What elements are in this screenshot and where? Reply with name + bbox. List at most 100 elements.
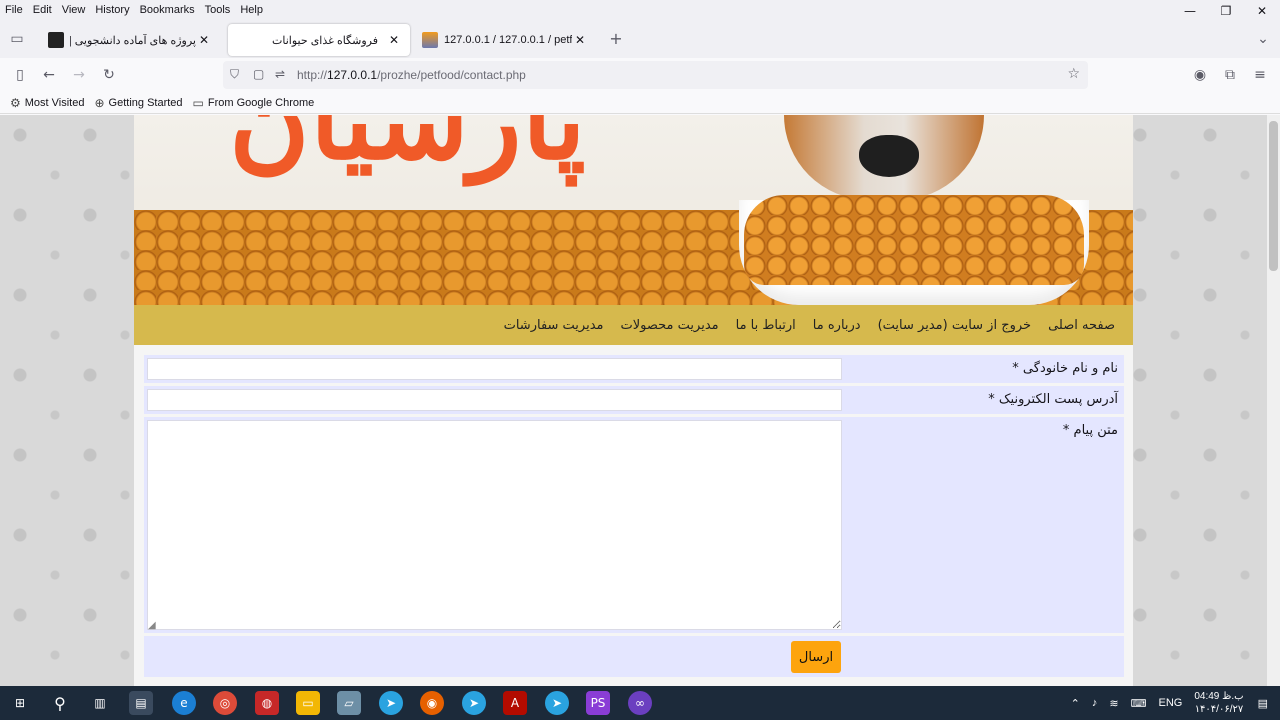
minimize-button[interactable]: —: [1172, 0, 1208, 22]
message-textarea[interactable]: [147, 420, 842, 630]
url-prefix: http://: [297, 68, 328, 82]
volume-icon[interactable]: ♪: [1092, 697, 1098, 709]
email-label: آدرس پست الکترونیک *: [988, 392, 1118, 407]
tab-title: فروشگاه غذای حیوانات: [272, 34, 378, 47]
close-window-button[interactable]: ✕: [1244, 0, 1280, 22]
menu-bookmarks[interactable]: Bookmarks: [135, 4, 200, 16]
menu-bar: File Edit View History Bookmarks Tools H…: [0, 0, 1280, 20]
chevron-down-icon[interactable]: ⌄: [1252, 28, 1274, 50]
chevron-up-icon[interactable]: ⌃: [1071, 697, 1080, 710]
bookmark-label: Most Visited: [24, 96, 85, 109]
close-tab-icon[interactable]: ✕: [572, 33, 588, 47]
message-label: متن پیام *: [1062, 423, 1118, 438]
submit-button[interactable]: ارسال: [791, 641, 841, 673]
menu-file[interactable]: File: [0, 4, 28, 16]
email-input[interactable]: [147, 389, 842, 411]
tab-prozhe[interactable]: پروژه های آماده دانشجویی | دانل ✕: [40, 24, 220, 56]
notepad-icon[interactable]: ▱: [337, 691, 361, 715]
telegram-icon[interactable]: ➤: [379, 691, 403, 715]
nav-logout-admin[interactable]: خروج از سایت (مدیر سایت): [878, 318, 1032, 333]
forward-arrow-icon[interactable]: →: [68, 64, 90, 86]
windows-start-icon[interactable]: ⊞: [8, 691, 32, 715]
acrobat-icon[interactable]: A: [503, 691, 527, 715]
menu-help[interactable]: Help: [235, 4, 268, 16]
file-explorer-icon[interactable]: ▭: [296, 691, 320, 715]
nav-contact[interactable]: ارتباط با ما: [736, 318, 796, 333]
permissions-icon[interactable]: ⇌: [275, 67, 285, 81]
sidebar-icon[interactable]: ▯: [9, 64, 31, 86]
site-brand-logo: پارسیان: [229, 115, 586, 184]
windows-taskbar: ⊞ ⚲ ▥ ▤ e ◎ ◍ ▭ ▱ ➤ ◉ ➤ A ➤ PS ∞ ⌃ ♪ ≋ ⌨…: [0, 686, 1280, 720]
chrome-icon[interactable]: ◎: [213, 691, 237, 715]
wifi-icon[interactable]: ≋: [1109, 697, 1118, 710]
navigation-toolbar: ▯ ← → ↻ ⛉ ▢ ⇌ http://127.0.0.1/prozhe/pe…: [0, 58, 1280, 92]
url-text[interactable]: http://127.0.0.1/prozhe/petfood/contact.…: [297, 68, 526, 82]
fullname-input[interactable]: [147, 358, 842, 380]
scrollbar-thumb[interactable]: [1269, 121, 1278, 271]
language-indicator[interactable]: ENG: [1158, 697, 1182, 709]
tab-list-icon[interactable]: ▭: [6, 28, 28, 50]
bookmark-label: Getting Started: [108, 96, 183, 109]
gear-icon: ⚙: [10, 95, 21, 110]
tab-strip: ▭ پروژه های آماده دانشجویی | دانل ✕ فروش…: [0, 20, 1280, 58]
extensions-icon[interactable]: ⧉: [1219, 64, 1241, 86]
contact-form: نام و نام خانودگی * آدرس پست الکترونیک *…: [144, 355, 1124, 680]
url-path: /prozhe/petfood/contact.php: [377, 68, 526, 82]
tab-phpmyadmin[interactable]: 127.0.0.1 / 127.0.0.1 / petfood / ✕: [414, 24, 596, 56]
new-tab-button[interactable]: +: [605, 28, 627, 50]
tab-petfood-store[interactable]: فروشگاه غذای حیوانات ✕: [228, 24, 410, 56]
task-view-icon[interactable]: ▥: [88, 691, 112, 715]
site-container: پارسیان صفحه اصلی خروج از سایت (مدیر سای…: [134, 115, 1133, 686]
bookmark-most-visited[interactable]: ⚙ Most Visited: [10, 96, 84, 110]
phpstorm-icon[interactable]: PS: [586, 691, 610, 715]
menu-edit[interactable]: Edit: [28, 4, 57, 16]
form-row-submit: ارسال: [144, 636, 1124, 677]
menu-view[interactable]: View: [57, 4, 91, 16]
notifications-icon[interactable]: ▤: [1258, 697, 1268, 710]
clock[interactable]: 04:49 ب.ظ ۱۴۰۴/۰۶/۲۷: [1194, 690, 1243, 716]
close-tab-icon[interactable]: ✕: [386, 33, 402, 47]
menu-history[interactable]: History: [90, 4, 134, 16]
fullname-label: نام و نام خانودگی *: [1012, 361, 1118, 376]
site-nav: صفحه اصلی خروج از سایت (مدیر سایت) دربار…: [134, 305, 1133, 345]
app-icon[interactable]: ◍: [255, 691, 279, 715]
form-row-email: آدرس پست الکترونیک *: [144, 386, 1124, 414]
form-row-name: نام و نام خانودگی *: [144, 355, 1124, 383]
telegram-icon[interactable]: ➤: [545, 691, 569, 715]
reload-icon[interactable]: ↻: [98, 64, 120, 86]
page-scrollbar[interactable]: [1267, 115, 1280, 686]
store-icon[interactable]: ▤: [129, 691, 153, 715]
phpmyadmin-icon: [422, 32, 438, 48]
nav-about[interactable]: درباره ما: [813, 318, 861, 333]
tab-title: 127.0.0.1 / 127.0.0.1 / petfood /: [444, 34, 572, 46]
nav-manage-products[interactable]: مدیریت محصولات: [621, 318, 719, 333]
system-tray: ⌃ ♪ ≋ ⌨ ENG 04:49 ب.ظ ۱۴۰۴/۰۶/۲۷ ▤: [1071, 686, 1280, 720]
shield-icon[interactable]: ⛉: [230, 67, 239, 82]
keyboard-icon[interactable]: ⌨: [1131, 697, 1147, 710]
globe-icon: ⊕: [94, 95, 105, 110]
edge-icon[interactable]: e: [172, 691, 196, 715]
back-arrow-icon[interactable]: ←: [38, 64, 60, 86]
nav-home[interactable]: صفحه اصلی: [1048, 318, 1115, 333]
bowl-kibble-image: [744, 195, 1084, 285]
page-icon[interactable]: ▢: [253, 67, 264, 81]
bookmark-star-icon[interactable]: ☆: [1067, 66, 1080, 82]
vpn-icon[interactable]: ∞: [628, 691, 652, 715]
menu-tools[interactable]: Tools: [200, 4, 236, 16]
page-viewport: پارسیان صفحه اصلی خروج از سایت (مدیر سای…: [0, 115, 1267, 686]
bookmark-getting-started[interactable]: ⊕ Getting Started: [94, 96, 182, 110]
bookmarks-toolbar: ⚙ Most Visited ⊕ Getting Started ▭ From Goo…: [0, 92, 1280, 114]
close-tab-icon[interactable]: ✕: [196, 33, 212, 47]
telegram-icon[interactable]: ➤: [462, 691, 486, 715]
search-icon[interactable]: ⚲: [48, 691, 72, 715]
maximize-button[interactable]: ❐: [1208, 0, 1244, 22]
firefox-icon[interactable]: ◉: [420, 691, 444, 715]
url-host: 127.0.0.1: [327, 68, 378, 82]
window-controls: — ❐ ✕: [1172, 0, 1280, 22]
bookmark-folder-chrome[interactable]: ▭ From Google Chrome: [193, 96, 315, 110]
url-bar[interactable]: ⛉ ▢ ⇌ http://127.0.0.1/prozhe/petfood/co…: [223, 61, 1088, 89]
account-icon[interactable]: ◉: [1189, 64, 1211, 86]
resize-grip-icon[interactable]: ◢: [148, 620, 156, 631]
menu-hamburger-icon[interactable]: ≡: [1249, 64, 1271, 86]
nav-manage-orders[interactable]: مدیریت سفارشات: [504, 318, 604, 333]
